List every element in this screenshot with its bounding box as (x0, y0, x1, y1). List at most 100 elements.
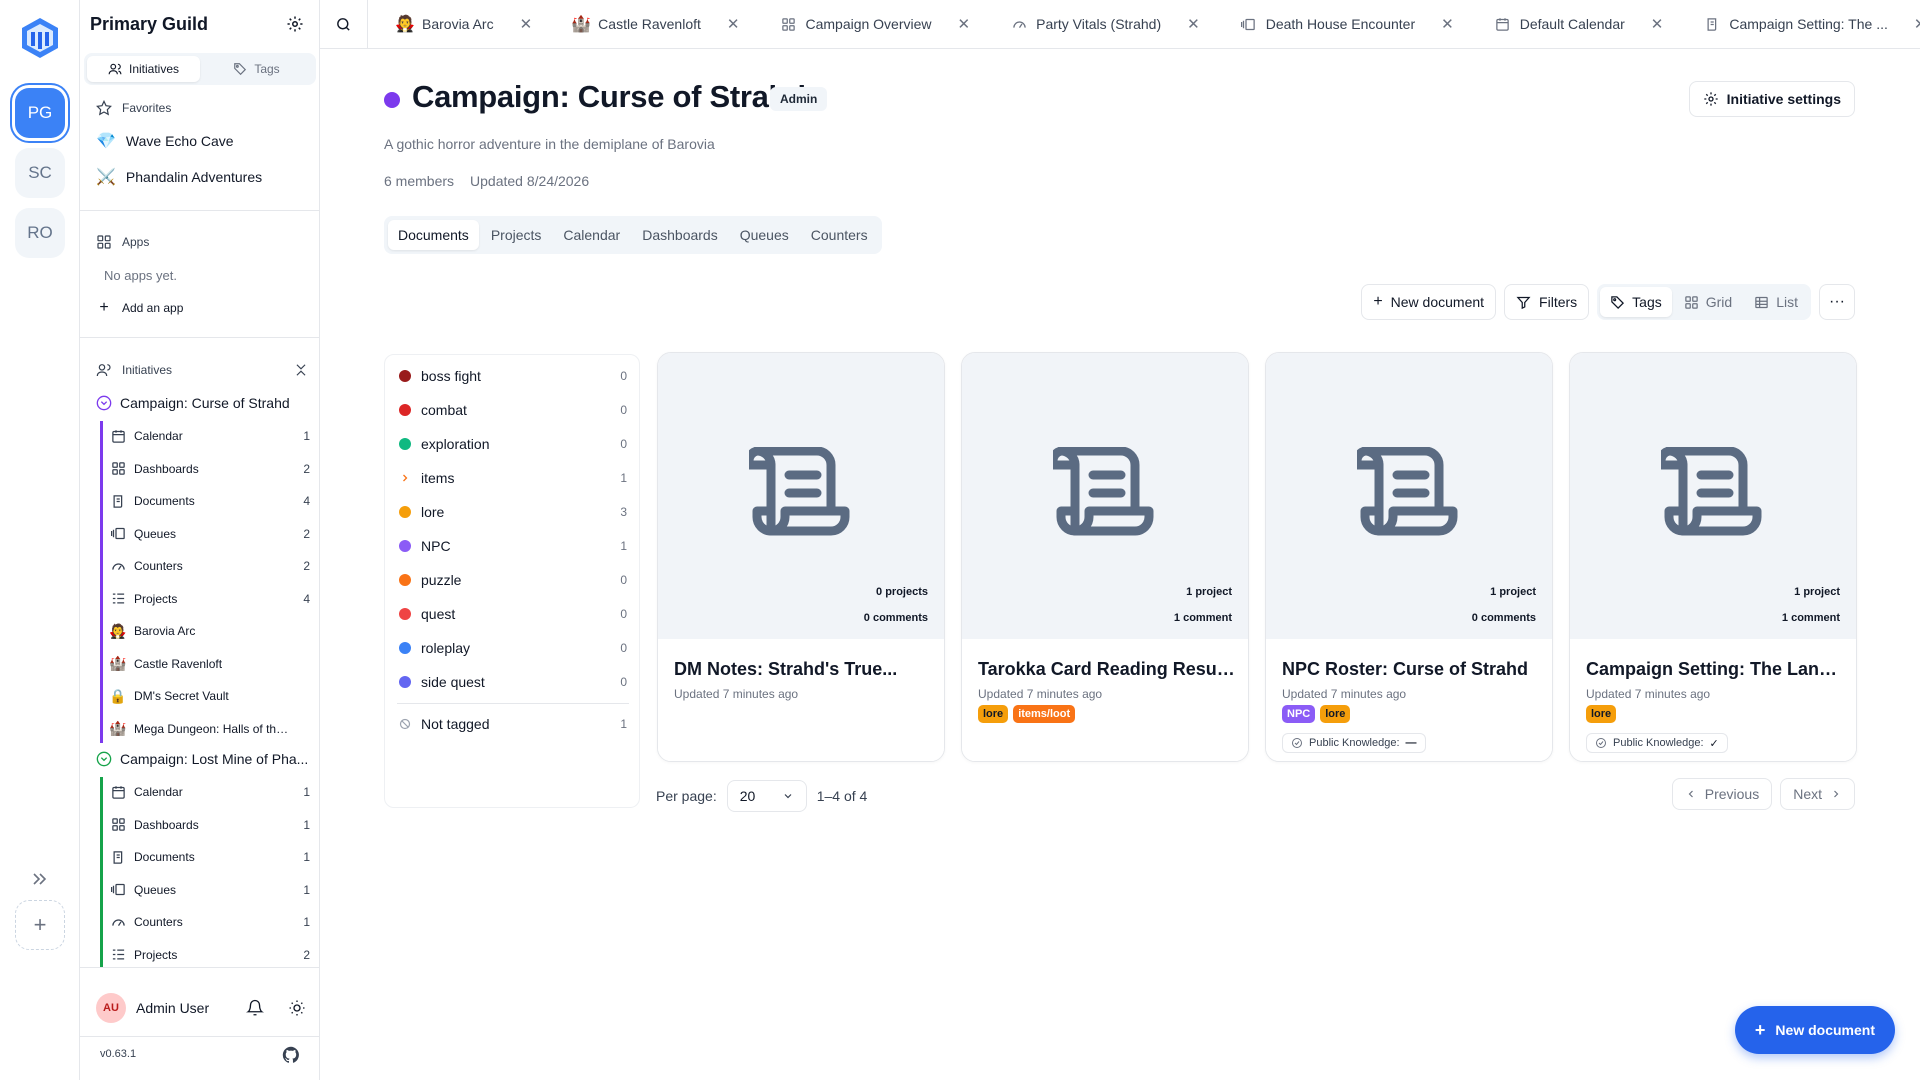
tag-filter-item[interactable]: exploration 0 (399, 433, 627, 455)
add-workspace-button[interactable]: + (15, 900, 65, 950)
tab-documents[interactable]: Documents (388, 220, 479, 250)
search-button[interactable] (320, 0, 368, 48)
sidebar-tree-item[interactable]: Queues 2 (110, 523, 310, 545)
sidebar-tree-item[interactable]: Documents 4 (110, 490, 310, 512)
favorite-item[interactable]: 💎 Wave Echo Cave (96, 131, 234, 151)
tab-tags[interactable]: Tags (200, 56, 313, 82)
tag-filter-item[interactable]: NPC 1 (399, 535, 627, 557)
sun-icon[interactable] (288, 999, 306, 1017)
document-card[interactable]: 1 project 1 comment Tarokka Card Reading R… (961, 352, 1249, 762)
add-app-button[interactable]: + Add an app (96, 299, 183, 317)
tag-filter-item[interactable]: quest 0 (399, 603, 627, 625)
new-document-fab[interactable]: + New document (1734, 1006, 1895, 1054)
sidebar-tree-item[interactable]: Counters 2 (110, 555, 310, 577)
comment-count: 0 comments (1471, 612, 1536, 624)
sidebar-tree-item[interactable]: 🏰 Mega Dungeon: Halls of the ... (109, 718, 310, 740)
sidebar-tree-item[interactable]: Counters 1 (110, 911, 310, 933)
open-tab[interactable]: 🏰 Castle Ravenloft ✕ (544, 0, 751, 48)
tab-counters[interactable]: Counters (801, 220, 878, 250)
sidebar-tree-item[interactable]: Dashboards 1 (110, 814, 310, 836)
open-tab[interactable]: Campaign Setting: The ... ✕ (1675, 0, 1920, 48)
tag-label: lore (421, 504, 445, 520)
list-view-button[interactable]: List (1744, 287, 1808, 317)
user-menu[interactable]: AU Admin User (96, 990, 306, 1026)
tree-item-label: Calendar (134, 785, 183, 799)
previous-page-button[interactable]: Previous (1671, 778, 1773, 810)
new-document-button[interactable]: + New document (1361, 284, 1497, 320)
sidebar-tree-item[interactable]: Dashboards 2 (110, 458, 310, 480)
tag-filter-item[interactable]: roleplay 0 (399, 637, 627, 659)
tag-filter-item[interactable]: lore 3 (399, 501, 627, 523)
sidebar-tree-item[interactable]: 🏰 Castle Ravenloft (109, 653, 310, 675)
close-icon[interactable]: ✕ (958, 15, 971, 33)
tags-view-button[interactable]: Tags (1600, 287, 1672, 317)
sidebar-tree-item[interactable]: Documents 1 (110, 846, 310, 868)
tab-projects[interactable]: Projects (481, 220, 552, 250)
filters-button[interactable]: Filters (1504, 284, 1590, 320)
close-icon[interactable]: ✕ (1651, 15, 1664, 33)
open-tab[interactable]: Party Vitals (Strahd) ✕ (982, 0, 1212, 48)
project-count: 1 project (1490, 586, 1536, 598)
tree-item-count: 2 (303, 559, 310, 573)
tab-queues[interactable]: Queues (730, 220, 799, 250)
grid-view-button[interactable]: Grid (1674, 287, 1742, 317)
initiative-curse-of-strahd[interactable]: Campaign: Curse of Strahd (96, 395, 316, 411)
sidebar-tree-item[interactable]: 🔒 DM's Secret Vault (109, 685, 310, 707)
expand-sidebar-icon[interactable] (28, 868, 50, 890)
tag-filter-item[interactable]: puzzle 0 (399, 569, 627, 591)
sidebar-tree-item[interactable]: Projects 2 (110, 944, 310, 966)
chevron-right-icon[interactable] (399, 472, 411, 484)
tree-item-label: DM's Secret Vault (134, 689, 229, 703)
initiative-lost-mine[interactable]: Campaign: Lost Mine of Pha... (96, 751, 316, 767)
sidebar-tree-item[interactable]: Projects 4 (110, 588, 310, 610)
initiative-settings-button[interactable]: Initiative settings (1688, 81, 1855, 117)
tag-count: 0 (620, 369, 627, 383)
workspace-sc[interactable]: SC (15, 148, 65, 198)
tag-filter-item[interactable]: combat 0 (399, 399, 627, 421)
initiative-color-bar (100, 421, 103, 743)
open-tab[interactable]: Death House Encounter ✕ (1212, 0, 1466, 48)
per-page-select[interactable]: 20 (726, 780, 807, 812)
open-tab[interactable]: Campaign Overview ✕ (751, 0, 982, 48)
sidebar-tree-item[interactable]: 🧛 Barovia Arc (109, 620, 310, 642)
gear-icon[interactable] (286, 15, 304, 33)
more-options-button[interactable]: ··· (1819, 284, 1855, 320)
close-icon[interactable]: ✕ (1914, 15, 1920, 33)
tag-filter-item[interactable]: boss fight 0 (399, 365, 627, 387)
scroll-document-icon (749, 447, 855, 543)
chevron-down-circle-icon (96, 751, 112, 767)
sidebar-tree-item[interactable]: Calendar 1 (110, 781, 310, 803)
close-icon[interactable]: ✕ (1441, 15, 1454, 33)
tag-filter-item[interactable]: side quest 0 (399, 671, 627, 693)
close-icon[interactable]: ✕ (727, 15, 740, 33)
document-card[interactable]: 0 projects 0 comments DM Notes: Strahd's T… (657, 352, 945, 762)
tag-count: 0 (620, 675, 627, 689)
collapse-all-icon[interactable] (294, 363, 308, 377)
workspace-ro[interactable]: RO (15, 208, 65, 258)
sidebar-tree-item[interactable]: Queues 1 (110, 879, 310, 901)
close-icon[interactable]: ✕ (1187, 15, 1200, 33)
workspace-pg[interactable]: PG (15, 88, 65, 138)
open-tab[interactable]: 🧛 Barovia Arc ✕ (368, 0, 544, 48)
next-page-button[interactable]: Next (1780, 778, 1855, 810)
tree-item-count: 1 (303, 817, 310, 832)
open-tab[interactable]: Default Calendar ✕ (1466, 0, 1676, 48)
favorite-item[interactable]: ⚔️ Phandalin Adventures (96, 167, 262, 187)
chevron-down-circle-icon (96, 395, 112, 411)
github-icon[interactable] (282, 1046, 300, 1064)
tree-item-count: 2 (303, 461, 310, 476)
document-card[interactable]: 1 project 0 comments NPC Roster: Curse of … (1265, 352, 1553, 762)
not-tagged-filter[interactable]: Not tagged 1 (399, 713, 627, 735)
document-title: Campaign Setting: The Land ... (1586, 659, 1844, 679)
close-icon[interactable]: ✕ (520, 15, 533, 33)
bell-icon[interactable] (246, 999, 264, 1017)
tab-dashboards[interactable]: Dashboards (632, 220, 728, 250)
tab-initiatives[interactable]: Initiatives (87, 56, 200, 82)
document-card[interactable]: 1 project 1 comment Campaign Setting: The … (1569, 352, 1857, 762)
app-logo-icon[interactable] (18, 16, 62, 60)
tree-item-count: 1 (303, 882, 310, 897)
tag-filter-item[interactable]: items 1 (399, 467, 627, 489)
tab-calendar[interactable]: Calendar (553, 220, 630, 250)
ban-icon (399, 718, 411, 730)
sidebar-tree-item[interactable]: Calendar 1 (110, 425, 310, 447)
